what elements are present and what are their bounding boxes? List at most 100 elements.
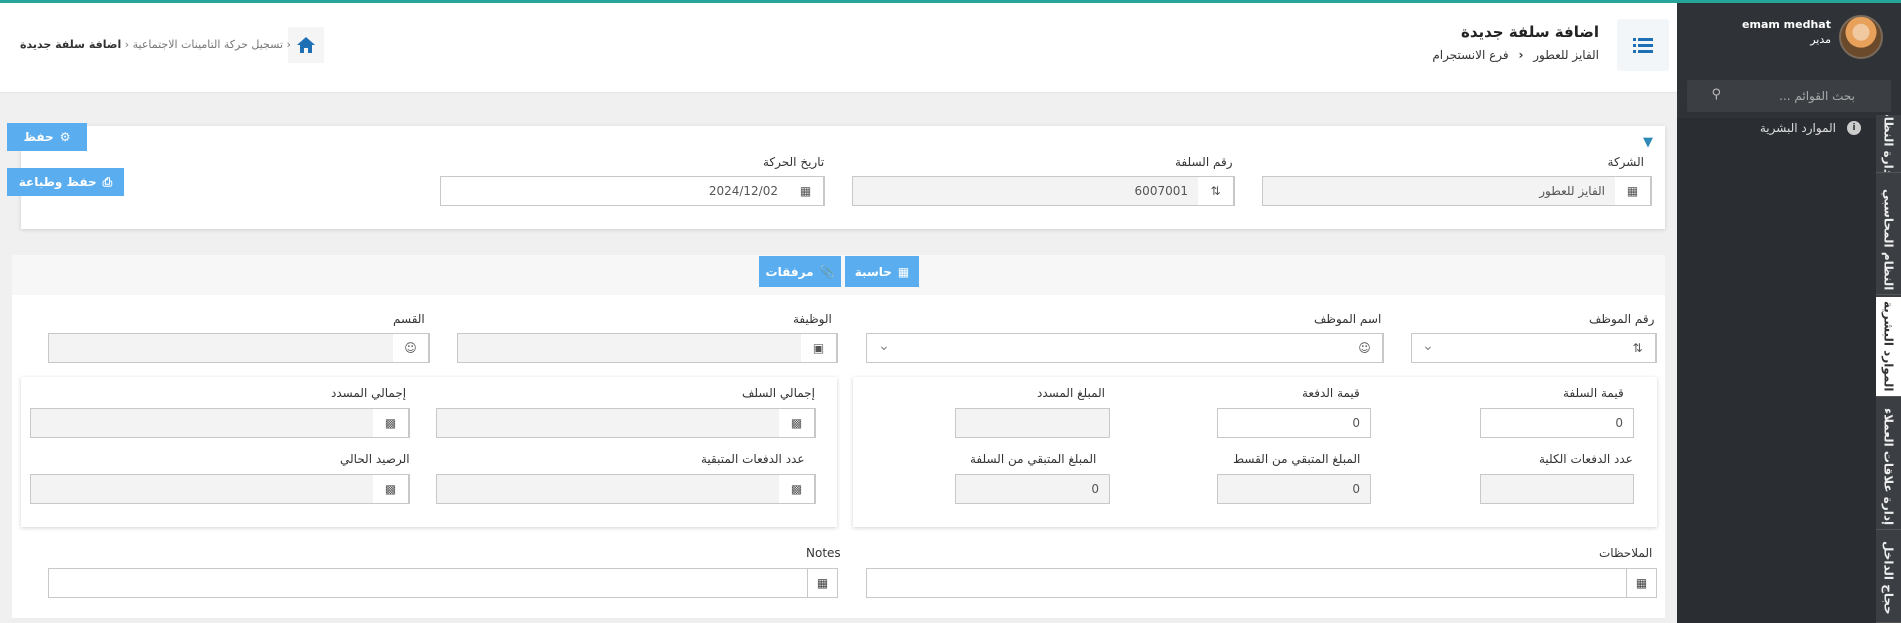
submenu-item-hr[interactable]: الموارد البشرية [1760, 121, 1836, 135]
remaining-payments-value [437, 475, 779, 503]
total-payments-field[interactable] [1480, 474, 1634, 504]
breadcrumb-current: اضافة سلفة جديدة [20, 38, 122, 51]
tab-crm[interactable]: إدارة علاقات العملاء [1876, 405, 1901, 530]
total-paid-field[interactable]: ▩ [30, 408, 410, 438]
company-branch-breadcrumb: الفايز للعطور ‹ فرع الانستجرام [1432, 48, 1599, 62]
building-icon: ▦ [1615, 177, 1651, 205]
home-button[interactable] [288, 27, 324, 63]
money-icon: ▩ [373, 409, 409, 437]
payment-amount-label: قيمة الدفعة [1302, 386, 1360, 400]
printer-icon: ⎙ [102, 174, 113, 189]
total-paid-value [31, 409, 373, 437]
remaining-advance-field[interactable]: 0 [955, 474, 1110, 504]
payment-amount-input[interactable]: 0 [1217, 408, 1371, 438]
gear-icon: ⚙ [59, 130, 71, 144]
tab-hr[interactable]: الموارد البشرية [1876, 297, 1901, 397]
department-value [49, 334, 393, 362]
note-icon: ▦ [1626, 569, 1656, 597]
advance-number-label: رقم السلفة [1175, 155, 1233, 169]
search-icon: ⚲ [1711, 87, 1721, 102]
remaining-payments-label: عدد الدفعات المتبقية [701, 452, 805, 466]
employee-number-label: رقم الموظف [1589, 312, 1655, 326]
total-payments-label: عدد الدفعات الكلية [1539, 452, 1633, 466]
notes-en-input[interactable]: ▦ [48, 568, 838, 598]
total-payments-value [1481, 475, 1633, 503]
paperclip-icon: 📎 [819, 264, 835, 279]
total-paid-label: إجمالي المسدد [331, 386, 407, 400]
page-header: اضافة سلفة جديدة الفايز للعطور ‹ فرع الا… [0, 3, 1677, 93]
user-role: مدير [1810, 33, 1831, 46]
remaining-installment-label: المبلغ المتبقي من القسط [1233, 452, 1361, 466]
submenu-panel [1677, 118, 1876, 623]
advance-amount-input[interactable]: 0 [1480, 408, 1634, 438]
paid-amount-label: المبلغ المسدد [1037, 386, 1105, 400]
total-advances-field[interactable]: ▩ [436, 408, 816, 438]
advance-number-value: 6007001 [1134, 184, 1188, 198]
employee-number-value [1412, 334, 1620, 362]
employee-name-select[interactable]: ☺ [866, 333, 1384, 363]
sort-icon: ⇅ [1198, 177, 1234, 205]
calendar-icon[interactable]: ▦ [788, 177, 824, 205]
sort-icon: ⇅ [1620, 334, 1656, 362]
remaining-installment-field[interactable]: 0 [1217, 474, 1371, 504]
chevron-down-icon: ⌄ [1422, 338, 1434, 354]
page-title: اضافة سلفة جديدة [1460, 23, 1599, 41]
breadcrumb: ‹ تسجيل حركة التامينات الاجتماعية ‹ اضاف… [20, 38, 291, 51]
employee-name-value [867, 334, 1347, 362]
chevron-left-icon: ‹ [1518, 48, 1524, 62]
panel-bottom-edge [12, 618, 1665, 623]
company-label: الشركة [1607, 155, 1644, 169]
note-icon: ▦ [807, 569, 837, 597]
save-print-button[interactable]: ⎙ حفظ وطباعة [7, 168, 124, 196]
employee-number-select[interactable]: ⇅ [1411, 333, 1657, 363]
paid-amount-value [956, 409, 1109, 437]
department-field[interactable]: ☺ [48, 333, 430, 363]
remaining-advance-label: المبلغ المتبقي من السلفة [970, 452, 1097, 466]
remaining-payments-field[interactable]: ▩ [436, 474, 816, 504]
user-icon: ☺ [393, 334, 429, 362]
department-label: القسم [393, 312, 425, 326]
calculator-icon: ▦ [897, 264, 910, 279]
tab-domestic-pilgrims[interactable]: حجاج الداخل [1876, 533, 1901, 623]
movement-date-label: تاريخ الحركة [763, 155, 825, 169]
notes-ar-input[interactable]: ▦ [866, 568, 1657, 598]
advance-amount-value: 0 [1615, 416, 1623, 430]
paid-amount-field[interactable] [955, 408, 1110, 438]
money-icon: ▩ [373, 475, 409, 503]
tab-accounting[interactable]: النظام المحاسبي [1876, 185, 1901, 295]
avatar[interactable] [1839, 15, 1883, 59]
breadcrumb-chevron-icon: ‹ [283, 38, 291, 51]
calculator-button[interactable]: ▦ حاسبة [845, 256, 919, 287]
advance-number-field[interactable]: 6007001 ⇅ [852, 176, 1235, 206]
money-icon: ▩ [779, 475, 815, 503]
current-balance-value [31, 475, 373, 503]
current-balance-field[interactable]: ▩ [30, 474, 410, 504]
company-field[interactable]: الفايز للعطور ▦ [1262, 176, 1652, 206]
current-balance-label: الرصيد الحالي [340, 452, 410, 466]
branch-link[interactable]: فرع الانستجرام [1432, 48, 1508, 62]
total-advances-value [437, 409, 779, 437]
remaining-installment-value: 0 [1352, 482, 1360, 496]
tab-system-admin[interactable]: ادارة النظام [1876, 115, 1901, 173]
job-value [458, 334, 801, 362]
money-icon: ▩ [779, 409, 815, 437]
job-label: الوظيفة [793, 312, 832, 326]
advance-amount-label: قيمة السلفة [1563, 386, 1624, 400]
job-field[interactable]: ▣ [457, 333, 838, 363]
movement-date-field[interactable]: 2024/12/02 ▦ [440, 176, 825, 206]
user-icon: ☺ [1347, 334, 1383, 362]
total-advances-label: إجمالي السلف [742, 386, 815, 400]
company-value: الفايز للعطور [1539, 184, 1605, 198]
info-icon: i [1847, 121, 1861, 135]
notes-en-label: Notes [806, 546, 841, 560]
filter-icon[interactable]: ▼ [1643, 135, 1653, 150]
menu-toggle-button[interactable] [1617, 19, 1669, 71]
remaining-advance-value: 0 [1091, 482, 1099, 496]
save-button[interactable]: ⚙ حفظ [7, 123, 87, 151]
home-icon [297, 37, 315, 53]
company-link[interactable]: الفايز للعطور [1533, 48, 1599, 62]
vertical-module-tabs: ادارة النظام النظام المحاسبي الموارد الب… [1876, 115, 1901, 623]
chevron-down-icon: ⌄ [878, 338, 890, 354]
breadcrumb-parent[interactable]: تسجيل حركة التامينات الاجتماعية [133, 38, 283, 51]
attachments-button[interactable]: 📎 مرفقات [759, 256, 841, 287]
